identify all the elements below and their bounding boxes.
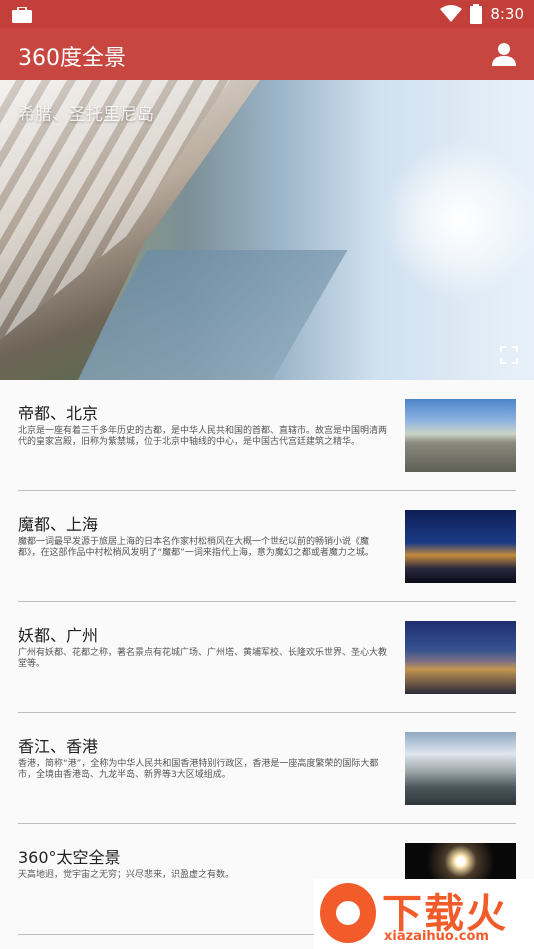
item-thumbnail[interactable] <box>405 510 516 583</box>
banner-caption: 希腊、圣托里尼岛 <box>18 105 154 125</box>
item-title: 妖都、广州 <box>18 626 99 645</box>
watermark-logo-icon <box>320 883 376 943</box>
person-icon[interactable] <box>492 42 516 66</box>
item-thumbnail[interactable] <box>405 399 516 472</box>
item-thumbnail[interactable] <box>405 732 516 805</box>
item-description: 香港，简称“港”，全称为中华人民共和国香港特别行政区，香港是一座高度繁荣的国际大… <box>18 759 379 780</box>
item-thumbnail[interactable] <box>405 621 516 694</box>
banner-sun <box>380 140 534 300</box>
item-title: 360°太空全景 <box>18 848 121 867</box>
battery-icon <box>470 4 483 24</box>
list-item[interactable]: 妖都、广州 广州有妖都、花都之称，著名景点有花城广场、广州塔、黄埔军校、长隆欢乐… <box>18 602 516 713</box>
fullscreen-icon[interactable] <box>500 346 518 364</box>
list-item[interactable]: 帝都、北京 北京是一座有着三千多年历史的古都，是中华人民共和国的首都、直辖市。故… <box>18 380 516 491</box>
list-item[interactable]: 香江、香港 香港，简称“港”，全称为中华人民共和国香港特别行政区，香港是一座高度… <box>18 713 516 824</box>
item-title: 魔都、上海 <box>18 515 99 534</box>
item-title: 香江、香港 <box>18 737 99 756</box>
panorama-banner[interactable]: 希腊、圣托里尼岛 <box>0 80 534 380</box>
wifi-icon <box>440 5 463 22</box>
item-description: 魔都一词最早发源于旅居上海的日本名作家村松梢风在大概一个世纪以前的畅销小说《魔都… <box>18 537 374 558</box>
panorama-list: 帝都、北京 北京是一座有着三千多年历史的古都，是中华人民共和国的首都、直辖市。故… <box>0 380 534 935</box>
item-title: 帝都、北京 <box>18 404 99 423</box>
watermark-url: xiazaihuo.com <box>384 929 489 944</box>
app-title: 360度全景 <box>18 46 126 71</box>
item-description: 北京是一座有着三千多年历史的古都，是中华人民共和国的首都、直辖市。故宫是中国明清… <box>18 426 388 447</box>
list-item[interactable]: 魔都、上海 魔都一词最早发源于旅居上海的日本名作家村松梢风在大概一个世纪以前的畅… <box>18 491 516 602</box>
item-description: 广州有妖都、花都之称，著名景点有花城广场、广州塔、黄埔军校、长隆欢乐世界、圣心大… <box>18 648 388 669</box>
briefcase-icon <box>12 7 32 23</box>
watermark: 下载火 xiazaihuo.com <box>314 879 534 949</box>
app-bar: 360度全景 <box>0 28 534 80</box>
status-time: 8:30 <box>490 5 524 23</box>
status-bar: 8:30 <box>0 0 534 28</box>
